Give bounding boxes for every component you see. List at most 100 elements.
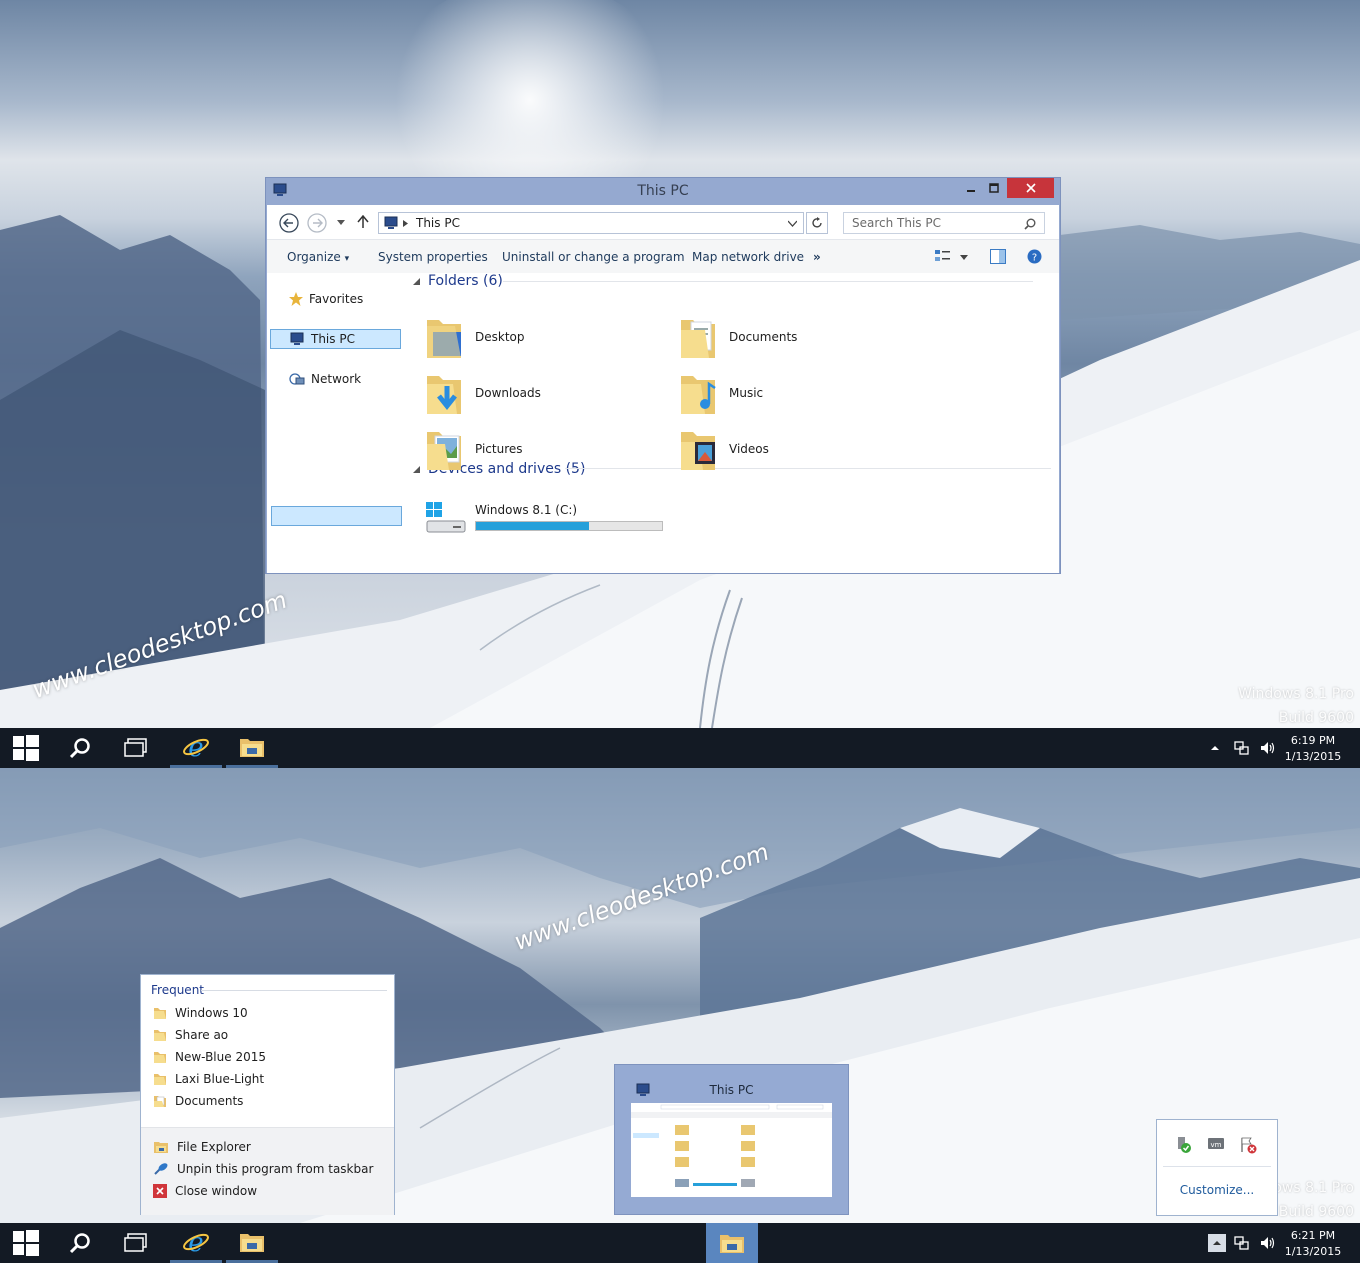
clock[interactable]: 6:21 PM 1/13/2015	[1282, 1228, 1344, 1260]
task-close-window[interactable]: Close window	[153, 1184, 257, 1198]
nav-item-this-pc[interactable]: This PC	[270, 329, 401, 349]
maximize-button[interactable]	[981, 178, 1007, 198]
chevron-down-icon[interactable]	[960, 255, 968, 260]
show-hidden-icons-button[interactable]	[1208, 1234, 1226, 1252]
more-commands-button[interactable]: »	[813, 250, 821, 264]
taskbar-thumbnail-preview[interactable]: This PC	[614, 1064, 849, 1215]
jump-item-new-blue-2015[interactable]: New-Blue 2015	[153, 1050, 266, 1064]
folders-group-header[interactable]: Folders (6)	[413, 273, 503, 289]
taskbar-file-explorer[interactable]	[226, 1223, 278, 1263]
uninstall-program-button[interactable]: Uninstall or change a program	[502, 250, 685, 264]
command-bar: Organize ▾ System properties Uninstall o…	[267, 239, 1059, 273]
explorer-window[interactable]: This PC This PC Search This PC Organize …	[265, 177, 1061, 574]
show-hidden-icons-icon[interactable]	[1210, 744, 1220, 752]
svg-text:e: e	[188, 1228, 203, 1256]
navigation-pane: Favorites Network	[267, 273, 407, 573]
refresh-button[interactable]	[806, 212, 828, 234]
folder-tile-videos[interactable]: Videos	[679, 426, 769, 472]
collapse-icon	[413, 277, 420, 285]
folder-label: Downloads	[475, 386, 541, 400]
header-divider	[201, 990, 387, 991]
network-tray-icon[interactable]	[1234, 1235, 1250, 1251]
clock[interactable]: 6:19 PM 1/13/2015	[1282, 733, 1344, 765]
taskbar-this-pc-window[interactable]	[706, 1223, 758, 1263]
address-row: This PC Search This PC	[267, 205, 1059, 239]
nav-item-favorites[interactable]: Favorites	[271, 289, 402, 309]
nav-label: Network	[311, 372, 362, 386]
search-input[interactable]: Search This PC	[843, 212, 1045, 234]
drive-tile-c[interactable]	[425, 502, 467, 537]
nav-label: Favorites	[309, 292, 364, 306]
start-button[interactable]	[0, 1223, 52, 1263]
help-icon[interactable]: ?	[1027, 249, 1042, 264]
back-icon[interactable]	[279, 213, 299, 233]
task-view-icon	[124, 1233, 147, 1252]
jump-item-documents[interactable]: Documents	[153, 1094, 243, 1108]
os-edition: Windows 8.1 Pro	[1238, 686, 1354, 702]
documents-folder-icon	[154, 1096, 166, 1107]
security-check-icon[interactable]	[1175, 1136, 1193, 1154]
folder-tile-music[interactable]: Music	[679, 370, 763, 416]
taskbar-internet-explorer[interactable]: e	[170, 1223, 222, 1263]
customize-link[interactable]: Customize...	[1157, 1183, 1277, 1197]
folder-tile-downloads[interactable]: Downloads	[425, 370, 541, 416]
network-icon	[289, 373, 305, 385]
jump-item-label: Windows 10	[175, 1006, 248, 1020]
star-icon	[289, 292, 303, 306]
task-label: Close window	[175, 1184, 258, 1198]
chevron-down-icon[interactable]	[337, 220, 345, 226]
change-view-icon[interactable]	[935, 249, 951, 263]
close-icon	[1025, 183, 1036, 193]
pictures-folder-icon	[427, 432, 461, 470]
start-button[interactable]	[0, 728, 52, 768]
folder-label: Documents	[729, 330, 798, 344]
minimize-icon	[967, 190, 975, 192]
up-arrow-icon[interactable]	[357, 215, 369, 229]
folder-tile-pictures[interactable]: Pictures	[425, 426, 523, 472]
system-tray	[1210, 728, 1276, 768]
search-button[interactable]	[54, 728, 106, 768]
collapse-icon	[413, 465, 420, 473]
folder-tile-documents[interactable]: Documents	[679, 314, 797, 360]
search-button[interactable]	[54, 1223, 106, 1263]
task-view-button[interactable]	[110, 1223, 162, 1263]
map-network-drive-button[interactable]: Map network drive	[692, 250, 804, 264]
jump-item-windows-10[interactable]: Windows 10	[153, 1006, 248, 1020]
folder-tile-desktop[interactable]: Desktop	[425, 314, 525, 360]
taskbar-file-explorer[interactable]	[226, 728, 278, 768]
drive-label: Windows 8.1 (C:)	[475, 503, 578, 517]
search-icon	[69, 1233, 90, 1254]
forward-icon[interactable]	[307, 213, 327, 233]
network-tray-icon[interactable]	[1234, 740, 1250, 756]
videos-folder-icon	[681, 432, 715, 470]
computer-icon	[290, 332, 304, 345]
chevron-down-icon[interactable]	[788, 220, 797, 227]
volume-icon[interactable]	[1260, 740, 1276, 756]
drive-usage-fill	[476, 522, 590, 530]
action-center-flag-icon[interactable]	[1239, 1136, 1257, 1154]
vmware-icon[interactable]: vm	[1207, 1136, 1225, 1152]
preview-pane-icon[interactable]	[990, 249, 1006, 264]
address-bar[interactable]: This PC	[378, 212, 804, 234]
folder-label: Desktop	[475, 330, 525, 344]
title-bar[interactable]: This PC	[266, 178, 1060, 204]
close-button[interactable]	[1007, 178, 1054, 198]
jump-item-laxi-blue-light[interactable]: Laxi Blue-Light	[153, 1072, 264, 1086]
task-unpin[interactable]: Unpin this program from taskbar	[153, 1162, 373, 1176]
organize-button[interactable]: Organize ▾	[287, 250, 349, 264]
system-properties-button[interactable]: System properties	[378, 250, 488, 264]
taskbar: e 6:21 PM 1/13/2015	[0, 1223, 1360, 1263]
drive-usage-bar	[475, 521, 663, 531]
close-window-icon	[153, 1184, 167, 1198]
clock-date: 1/13/2015	[1284, 750, 1342, 763]
task-view-icon	[124, 738, 147, 757]
jump-item-share-ao[interactable]: Share ao	[153, 1028, 228, 1042]
task-file-explorer[interactable]: File Explorer	[153, 1140, 251, 1154]
nav-item-network[interactable]: Network	[271, 369, 402, 389]
taskbar-internet-explorer[interactable]: e	[170, 728, 222, 768]
task-view-button[interactable]	[110, 728, 162, 768]
window-title: This PC	[637, 183, 689, 199]
nav-item-this-pc[interactable]	[271, 506, 402, 526]
file-explorer-icon	[154, 1142, 168, 1153]
volume-icon[interactable]	[1260, 1235, 1276, 1251]
